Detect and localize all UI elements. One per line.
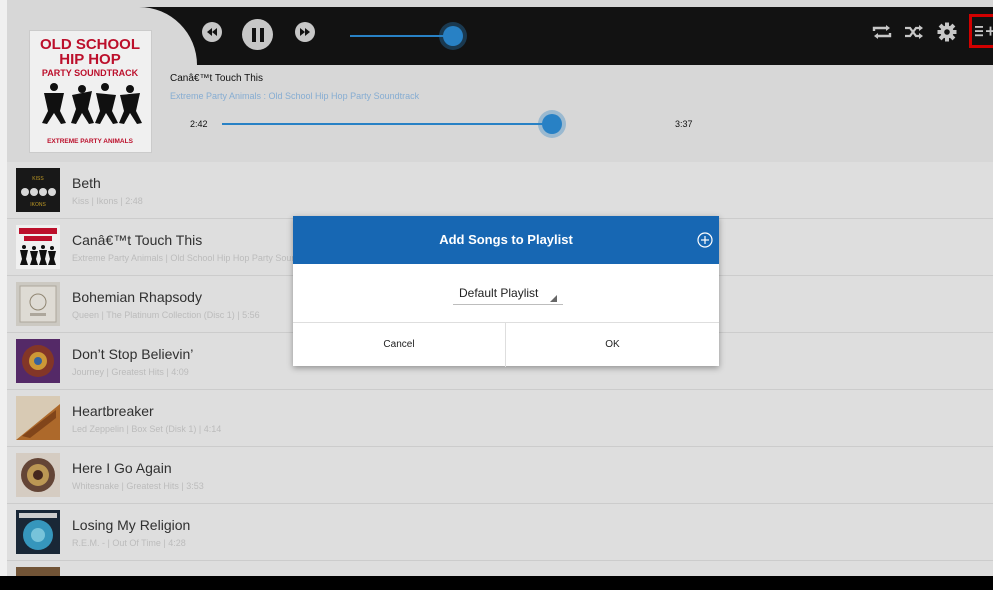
- playlist-select[interactable]: Default Playlist: [453, 280, 563, 305]
- cancel-button[interactable]: Cancel: [293, 323, 506, 367]
- playlist-select-value: Default Playlist: [459, 286, 539, 300]
- add-circle-icon: [697, 232, 713, 248]
- dialog-title: Add Songs to Playlist: [439, 232, 573, 247]
- system-navigation-bar: [0, 576, 993, 590]
- dialog-button-row: Cancel OK: [293, 322, 719, 367]
- dropdown-arrow-icon: [550, 295, 557, 302]
- dialog-header: Add Songs to Playlist: [293, 216, 719, 264]
- new-playlist-button[interactable]: [697, 232, 713, 248]
- add-to-playlist-dialog: Add Songs to Playlist Default Playlist C…: [293, 216, 719, 367]
- app-window: OLD SCHOOL HIP HOP PARTY SOUNDTRACK EXTR…: [0, 0, 993, 590]
- ok-button[interactable]: OK: [506, 323, 719, 367]
